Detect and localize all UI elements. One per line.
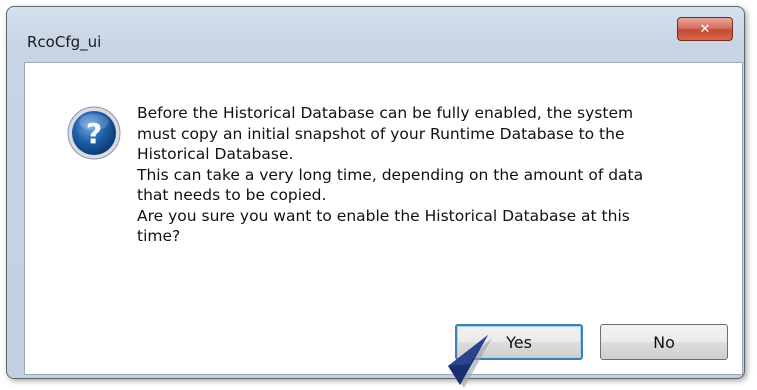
message-line: must copy an initial snapshot of your Ru… (137, 124, 625, 143)
message-text: Before the Historical Database can be fu… (137, 103, 697, 247)
message-line: This can take a very long time, dependin… (137, 165, 644, 184)
window-title: RcoCfg_ui (27, 33, 102, 51)
close-icon: ✕ (699, 21, 711, 37)
message-line: Before the Historical Database can be fu… (137, 104, 634, 122)
mouse-cursor-icon (448, 335, 492, 388)
message-line: Are you sure you want to enable the Hist… (137, 206, 630, 225)
dialog-window: RcoCfg_ui ✕ ? Before the Historical Data… (6, 6, 745, 379)
question-icon: ? (67, 106, 121, 160)
message-line: Historical Database. (137, 145, 294, 163)
no-button[interactable]: No (600, 324, 728, 360)
question-mark: ? (86, 117, 102, 150)
dialog-content: ? Before the Historical Database can be … (24, 62, 743, 375)
message-line: that needs to be copied. (137, 186, 327, 204)
message-line: time? (137, 227, 181, 245)
close-button[interactable]: ✕ (677, 17, 733, 41)
